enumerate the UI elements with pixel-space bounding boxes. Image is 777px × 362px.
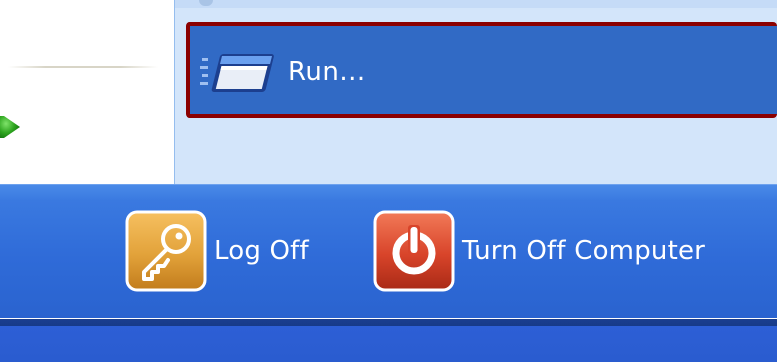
left-pane-separator [8, 66, 158, 68]
start-menu: Run... Log Off Turn Off Computer [0, 0, 777, 362]
run-menu-item-label: Run... [288, 57, 366, 87]
start-menu-left-pane [0, 0, 174, 184]
power-icon [373, 210, 455, 292]
run-menu-item[interactable]: Run... [186, 22, 777, 118]
turn-off-computer-button[interactable]: Turn Off Computer [372, 208, 772, 294]
taskbar-strip [0, 326, 777, 362]
key-icon [125, 210, 207, 292]
right-pane-top-edge [175, 0, 777, 8]
log-off-button[interactable]: Log Off [124, 208, 344, 294]
turn-off-computer-label: Turn Off Computer [462, 236, 706, 266]
log-off-label: Log Off [214, 236, 309, 266]
all-programs-arrow-icon[interactable] [0, 114, 22, 140]
run-window-icon [200, 54, 274, 92]
